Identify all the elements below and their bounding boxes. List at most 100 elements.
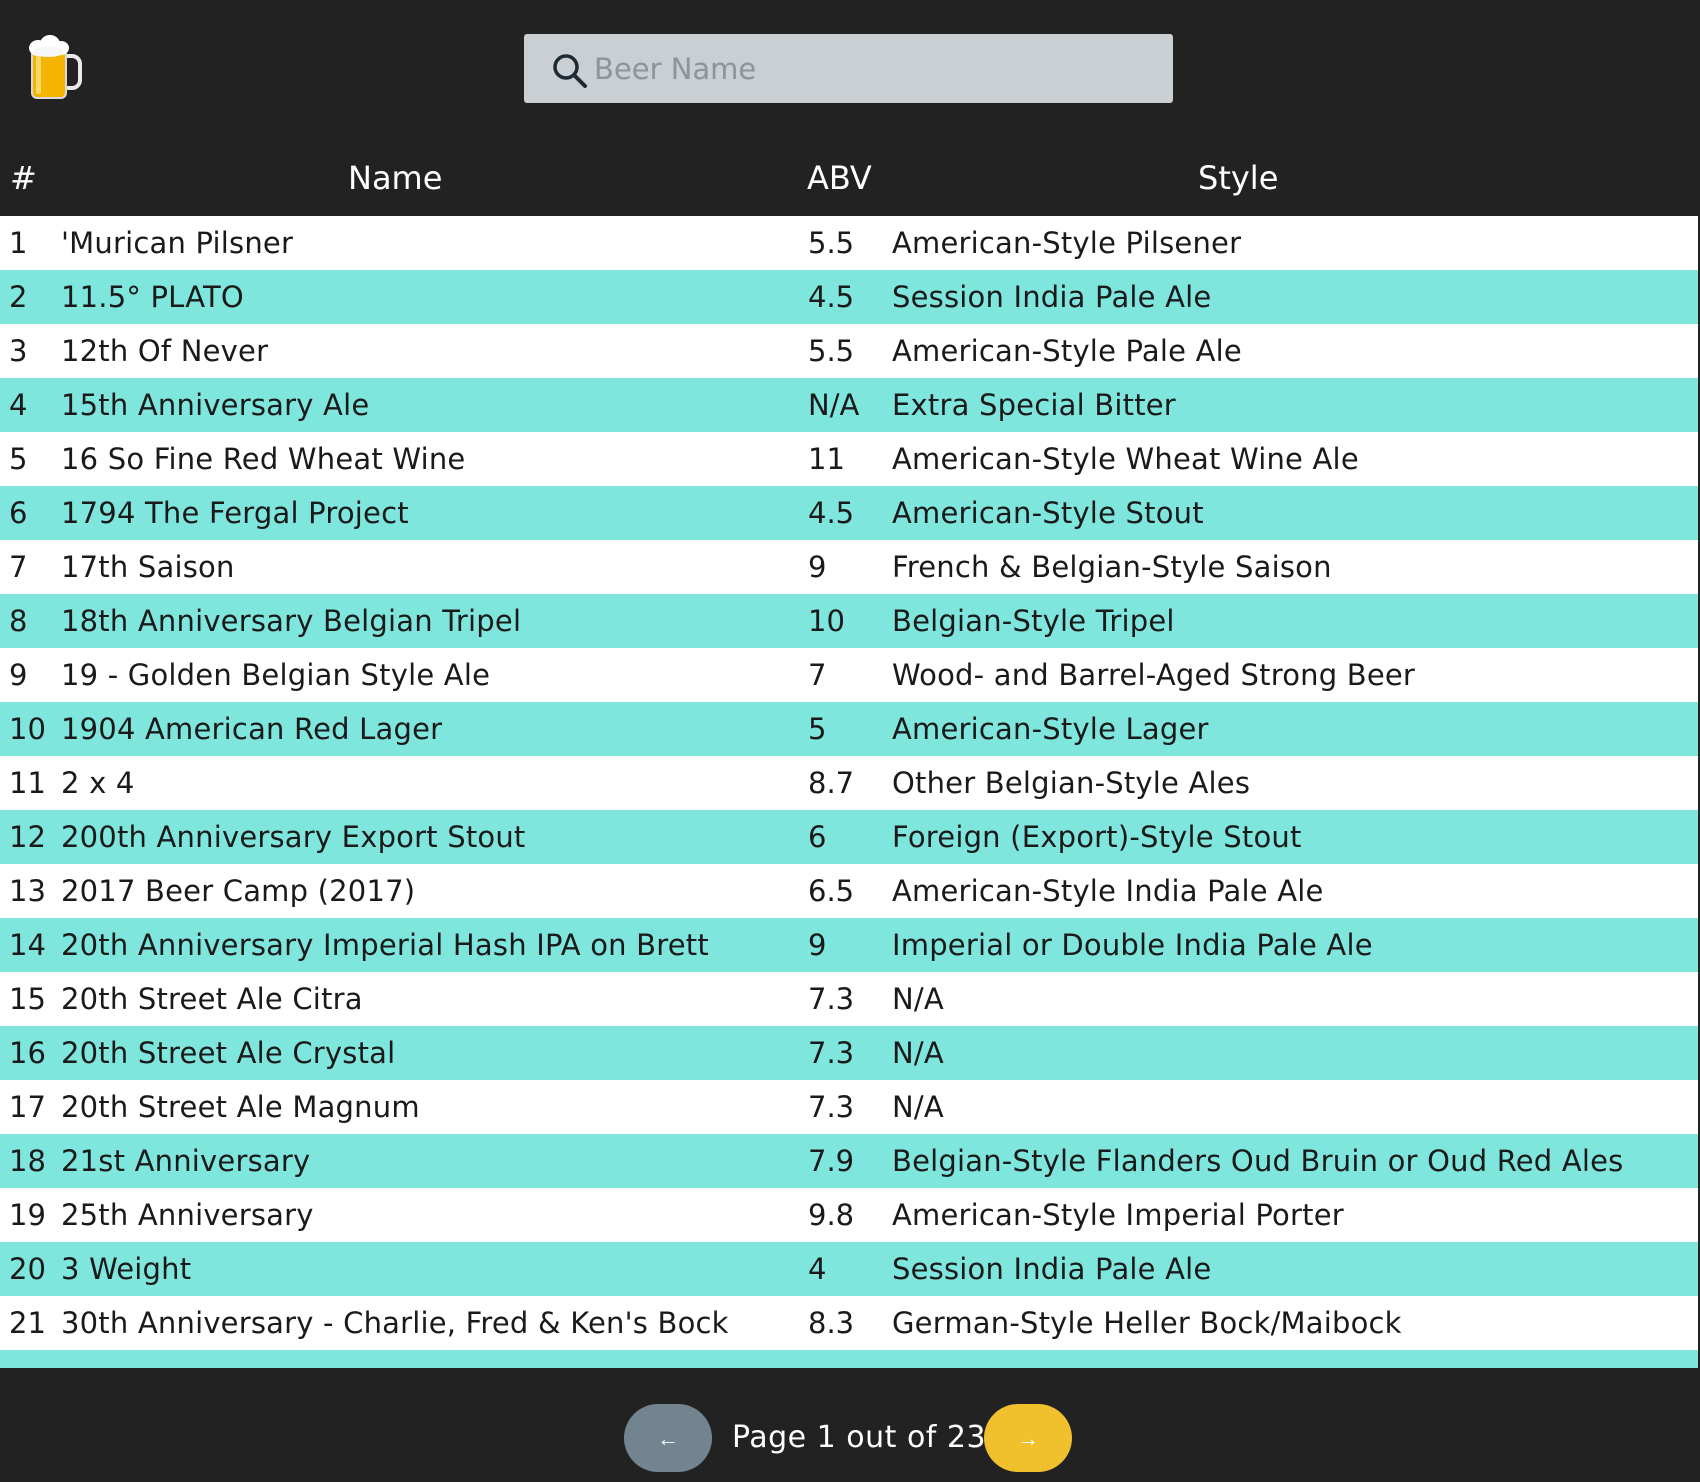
cell-style: American-Style Pale Ale: [892, 334, 1242, 368]
cell-style: Imperial or Double India Pale Ale: [892, 928, 1373, 962]
cell-abv: 6: [808, 820, 827, 854]
cell-name: 1794 The Fergal Project: [61, 496, 409, 530]
cell-number: 21: [9, 1306, 46, 1340]
table-row[interactable]: 21 30th Anniversary - Charlie, Fred & Ken…: [0, 1296, 1698, 1350]
cell-number: 5: [9, 442, 28, 476]
cell-name: 20th Street Ale Citra: [61, 982, 363, 1016]
table-row[interactable]: 16 20th Street Ale Crystal 7.3 N/A: [0, 1026, 1698, 1080]
cell-name: 30th Anniversary - Charlie, Fred & Ken's…: [61, 1306, 729, 1340]
cell-number: 10: [9, 712, 46, 746]
cell-style: Belgian-Style Flanders Oud Bruin or Oud …: [892, 1144, 1624, 1178]
table-row[interactable]: 2 11.5° PLATO 4.5 Session India Pale Ale: [0, 270, 1698, 324]
cell-name: 2017 Beer Camp (2017): [61, 874, 416, 908]
header: [0, 0, 1700, 140]
cell-abv: 8.3: [808, 1306, 855, 1340]
cell-number: 2: [9, 280, 28, 314]
search-box[interactable]: [524, 34, 1173, 103]
cell-style: Other Belgian-Style Ales: [892, 766, 1251, 800]
table-row[interactable]: 13 2017 Beer Camp (2017) 6.5 American-Style…: [0, 864, 1698, 918]
table-row[interactable]: 20 3 Weight 4 Session India Pale Ale: [0, 1242, 1698, 1296]
table-body[interactable]: 1 'Murican Pilsner 5.5 American-Style Pilse…: [0, 216, 1698, 1368]
beer-mug-icon: [26, 34, 82, 102]
cell-abv: 5.5: [808, 226, 855, 260]
table-row[interactable]: 17 20th Street Ale Magnum 7.3 N/A: [0, 1080, 1698, 1134]
search-input[interactable]: [592, 34, 1154, 103]
table-row[interactable]: 9 19 - Golden Belgian Style Ale 7 Wood- and…: [0, 648, 1698, 702]
cell-style: German-Style Heller Bock/Maibock: [892, 1306, 1402, 1340]
cell-abv: 7.3: [808, 1090, 855, 1124]
cell-number: 1: [9, 226, 28, 260]
column-header-style[interactable]: Style: [1198, 158, 1278, 198]
table-row-partial[interactable]: [0, 1350, 1698, 1368]
cell-style: American-Style India Pale Ale: [892, 874, 1324, 908]
cell-number: 3: [9, 334, 28, 368]
cell-abv: 11: [808, 442, 845, 476]
cell-abv: 7.3: [808, 982, 855, 1016]
table-row[interactable]: 10 1904 American Red Lager 5 American-Style…: [0, 702, 1698, 756]
table-row[interactable]: 4 15th Anniversary Ale N/A Extra Special Bi…: [0, 378, 1698, 432]
cell-name: 11.5° PLATO: [61, 280, 244, 314]
cell-name: 18th Anniversary Belgian Tripel: [61, 604, 522, 638]
table-row[interactable]: 3 12th Of Never 5.5 American-Style Pale Ale: [0, 324, 1698, 378]
cell-name: 3 Weight: [61, 1252, 192, 1286]
cell-abv: 9: [808, 928, 827, 962]
cell-number: 16: [9, 1036, 46, 1070]
cell-number: 19: [9, 1198, 46, 1232]
table-row[interactable]: 12 200th Anniversary Export Stout 6 Foreign…: [0, 810, 1698, 864]
cell-style: American-Style Lager: [892, 712, 1209, 746]
page-indicator: Page 1 out of 23: [732, 1420, 987, 1455]
cell-style: American-Style Pilsener: [892, 226, 1242, 260]
cell-number: 20: [9, 1252, 46, 1286]
cell-number: 14: [9, 928, 46, 962]
cell-number: 15: [9, 982, 46, 1016]
cell-style: American-Style Stout: [892, 496, 1204, 530]
table-row[interactable]: 11 2 x 4 8.7 Other Belgian-Style Ales: [0, 756, 1698, 810]
next-page-button[interactable]: →: [984, 1404, 1072, 1472]
table-row[interactable]: 14 20th Anniversary Imperial Hash IPA on …: [0, 918, 1698, 972]
cell-style: Foreign (Export)-Style Stout: [892, 820, 1302, 854]
table-row[interactable]: 5 16 So Fine Red Wheat Wine 11 American-Sty…: [0, 432, 1698, 486]
cell-abv: 8.7: [808, 766, 855, 800]
cell-name: 16 So Fine Red Wheat Wine: [61, 442, 466, 476]
cell-number: 17: [9, 1090, 46, 1124]
column-header-abv[interactable]: ABV: [807, 158, 872, 198]
cell-style: N/A: [892, 1090, 944, 1124]
cell-style: Belgian-Style Tripel: [892, 604, 1175, 638]
search-icon: [550, 51, 590, 91]
table-row[interactable]: 8 18th Anniversary Belgian Tripel 10 Belgia…: [0, 594, 1698, 648]
cell-name: 1904 American Red Lager: [61, 712, 443, 746]
cell-name: 200th Anniversary Export Stout: [61, 820, 526, 854]
cell-number: 12: [9, 820, 46, 854]
cell-number: 11: [9, 766, 46, 800]
cell-number: 18: [9, 1144, 46, 1178]
table-row[interactable]: 1 'Murican Pilsner 5.5 American-Style Pilse…: [0, 216, 1698, 270]
table-row[interactable]: 7 17th Saison 9 French & Belgian-Style Sais…: [0, 540, 1698, 594]
cell-abv: 4.5: [808, 280, 855, 314]
table-header: # Name ABV Style: [0, 140, 1700, 216]
table-row[interactable]: 18 21st Anniversary 7.9 Belgian-Style Fland…: [0, 1134, 1698, 1188]
table-row[interactable]: 6 1794 The Fergal Project 4.5 American-Styl…: [0, 486, 1698, 540]
cell-style: N/A: [892, 982, 944, 1016]
cell-number: 8: [9, 604, 28, 638]
column-header-name[interactable]: Name: [348, 158, 442, 198]
cell-name: 25th Anniversary: [61, 1198, 314, 1232]
table-row[interactable]: 15 20th Street Ale Citra 7.3 N/A: [0, 972, 1698, 1026]
arrow-right-icon: →: [1017, 1426, 1039, 1451]
cell-abv: 4: [808, 1252, 827, 1286]
previous-page-button[interactable]: ←: [624, 1404, 712, 1472]
cell-style: Extra Special Bitter: [892, 388, 1176, 422]
cell-number: 9: [9, 658, 28, 692]
cell-style: N/A: [892, 1036, 944, 1070]
cell-abv: 4.5: [808, 496, 855, 530]
cell-name: 17th Saison: [61, 550, 235, 584]
cell-name: 15th Anniversary Ale: [61, 388, 370, 422]
cell-name: 20th Street Ale Magnum: [61, 1090, 420, 1124]
cell-abv: 5: [808, 712, 827, 746]
cell-number: 4: [9, 388, 28, 422]
table-row[interactable]: 19 25th Anniversary 9.8 American-Style Impe…: [0, 1188, 1698, 1242]
cell-style: Session India Pale Ale: [892, 1252, 1212, 1286]
column-header-number[interactable]: #: [10, 158, 37, 198]
cell-name: 19 - Golden Belgian Style Ale: [61, 658, 491, 692]
cell-style: French & Belgian-Style Saison: [892, 550, 1332, 584]
cell-style: Wood- and Barrel-Aged Strong Beer: [892, 658, 1416, 692]
